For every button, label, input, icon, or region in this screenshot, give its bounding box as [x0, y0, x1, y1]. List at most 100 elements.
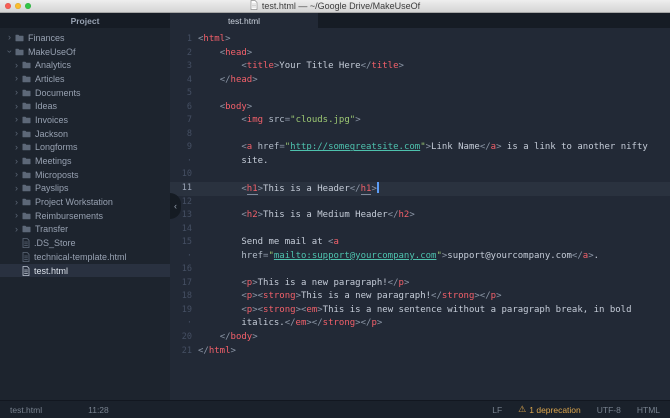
folder-icon [22, 184, 31, 192]
minimize-button[interactable] [15, 3, 21, 9]
sidebar-item-test-html[interactable]: test.html [0, 264, 170, 278]
sidebar-item-makeuseof[interactable]: ›MakeUseOf [0, 45, 170, 59]
token: h1 [247, 184, 258, 194]
folder-icon [15, 34, 24, 42]
token: is a link to another nifty [502, 142, 648, 152]
token: Link Name [431, 142, 480, 152]
sidebar-item-jackson[interactable]: ›Jackson [0, 127, 170, 141]
chevron-icon[interactable]: › [13, 198, 20, 207]
sidebar-item-ideas[interactable]: ›Ideas [0, 99, 170, 113]
sidebar-item-transfer[interactable]: ›Transfer [0, 223, 170, 237]
line-ending-indicator[interactable]: LF [492, 405, 502, 415]
chevron-icon[interactable]: › [13, 88, 20, 97]
chevron-icon[interactable]: › [13, 129, 20, 138]
sidebar-item-finances[interactable]: ›Finances [0, 31, 170, 45]
sidebar-item-analytics[interactable]: › Analytics [0, 58, 170, 72]
token: ></ [355, 318, 371, 328]
code-line[interactable]: 1<html> [170, 33, 670, 47]
token: a [333, 237, 338, 247]
chevron-icon[interactable]: › [13, 225, 20, 234]
chevron-icon[interactable]: › [13, 102, 20, 111]
sidebar-item-ds-store[interactable]: .DS_Store [0, 236, 170, 250]
sidebar-item-technical-template-html[interactable]: technical-template.html [0, 250, 170, 264]
wrap-marker: · [170, 155, 192, 169]
token: href [258, 142, 280, 152]
sidebar-item-project-workstation[interactable]: ›Project Workstation [0, 195, 170, 209]
token: h2 [247, 210, 258, 220]
code-line[interactable]: 2 <head> [170, 47, 670, 61]
encoding-indicator[interactable]: UTF-8 [597, 405, 621, 415]
code-line[interactable]: 18 <p><strong>This is a new paragraph!</… [170, 290, 670, 304]
chevron-left-icon: ‹ [174, 201, 177, 211]
sidebar-item-label: Analytics [35, 60, 71, 70]
code-line[interactable]: 14 [170, 223, 670, 237]
chevron-icon[interactable]: › [13, 74, 20, 83]
sidebar-item-articles[interactable]: ›Articles [0, 72, 170, 86]
code-line[interactable]: 21</html> [170, 345, 670, 359]
code-text: italics.</em></strong></p> [198, 317, 382, 331]
cursor-position[interactable]: 11:28 [88, 405, 109, 415]
sidebar-item-longforms[interactable]: ›Longforms [0, 141, 170, 155]
chevron-icon[interactable]: › [13, 211, 20, 220]
sidebar-item-payslips[interactable]: › Payslips [0, 182, 170, 196]
code-line[interactable]: 6 <body> [170, 101, 670, 115]
code-line[interactable]: 7 <img src="clouds.jpg"> [170, 114, 670, 128]
folder-icon [22, 75, 31, 83]
chevron-icon[interactable]: › [6, 33, 13, 42]
sidebar-item-meetings[interactable]: › Meetings [0, 154, 170, 168]
chevron-icon[interactable]: › [13, 157, 20, 166]
code-line[interactable]: 17 <p>This is a new paragraph!</p> [170, 277, 670, 291]
code-line[interactable]: · site. [170, 155, 670, 169]
chevron-icon[interactable]: › [13, 143, 20, 152]
code-line[interactable]: 15 Send me mail at <a [170, 236, 670, 250]
token [198, 48, 220, 58]
code-line[interactable]: · href="mailto:support@yourcompany.com">… [170, 250, 670, 264]
line-number: 7 [170, 114, 192, 128]
code-line[interactable]: 5 [170, 87, 670, 101]
code-line[interactable]: 11 <h1>This is a Header</h1> [170, 182, 670, 196]
warning-icon: ⚠ [518, 405, 526, 414]
code-editor[interactable]: 1<html>2 <head>3 <title>Your Title Here<… [170, 28, 670, 400]
token: This is a Medium Header [263, 210, 388, 220]
code-line[interactable]: 20 </body> [170, 331, 670, 345]
code-line[interactable]: 16 [170, 263, 670, 277]
close-button[interactable] [5, 3, 11, 9]
code-line[interactable]: · italics.</em></strong></p> [170, 317, 670, 331]
token [198, 115, 241, 125]
folder-icon [22, 116, 31, 124]
token: > [399, 61, 404, 71]
code-text: <title>Your Title Here</title> [198, 60, 404, 74]
token [198, 332, 220, 342]
code-line[interactable]: 3 <title>Your Title Here</title> [170, 60, 670, 74]
chevron-icon[interactable]: › [13, 61, 20, 70]
sidebar-item-reimbursements[interactable]: ›Reimbursements [0, 209, 170, 223]
code-line[interactable]: 12 [170, 196, 670, 210]
line-number: 4 [170, 74, 192, 88]
tab-test-html[interactable]: test.html [170, 13, 318, 28]
token: > [377, 318, 382, 328]
code-line[interactable]: 8 [170, 128, 670, 142]
sidebar-item-microposts[interactable]: ›Microposts [0, 168, 170, 182]
code-line[interactable]: 19 <p><strong><em>This is a new sentence… [170, 304, 670, 318]
chevron-icon[interactable]: › [13, 115, 20, 124]
deprecation-warning[interactable]: ⚠ 1 deprecation [518, 405, 581, 415]
folder-icon [22, 157, 31, 165]
sidebar-item-label: Payslips [35, 183, 69, 193]
token [198, 102, 220, 112]
folder-icon [22, 61, 31, 69]
code-line[interactable]: 4 </head> [170, 74, 670, 88]
chevron-icon[interactable]: › [13, 184, 20, 193]
sidebar-item-label: Meetings [35, 156, 72, 166]
sidebar-item-documents[interactable]: ›Documents [0, 86, 170, 100]
chevron-icon[interactable]: › [13, 170, 20, 179]
token: </ [361, 61, 372, 71]
code-line[interactable]: 13 <h2>This is a Medium Header</h2> [170, 209, 670, 223]
code-line[interactable]: 9 <a href="http://somegreatsite.com">Lin… [170, 141, 670, 155]
sidebar-item-invoices[interactable]: ›Invoices [0, 113, 170, 127]
token [198, 142, 241, 152]
token: </ [480, 142, 491, 152]
zoom-button[interactable] [25, 3, 31, 9]
chevron-icon[interactable]: › [5, 48, 14, 55]
syntax-indicator[interactable]: HTML [637, 405, 660, 415]
code-line[interactable]: 10 [170, 168, 670, 182]
